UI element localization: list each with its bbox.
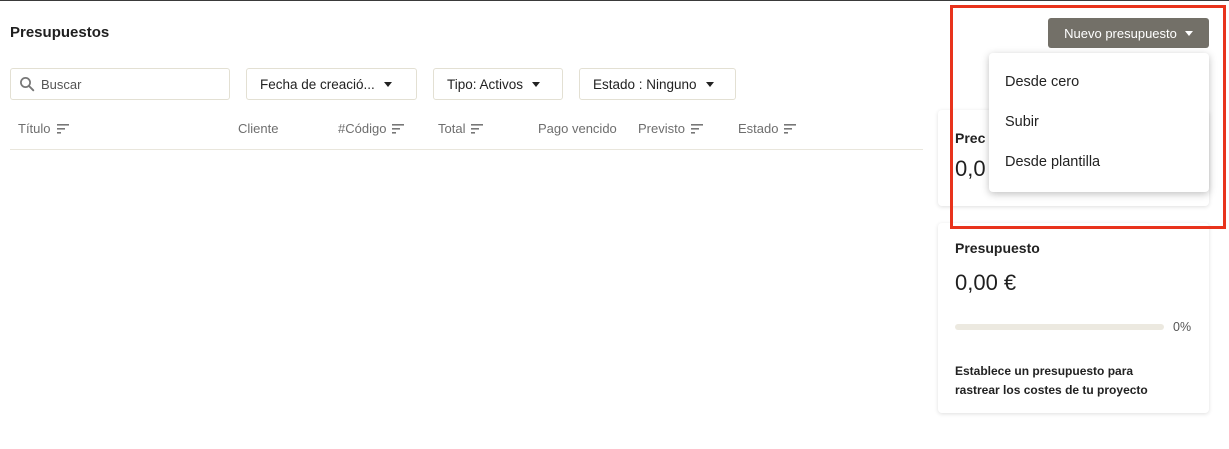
column-header-total[interactable]: Total	[438, 121, 484, 136]
caret-down-icon	[383, 81, 392, 87]
caret-down-icon	[705, 81, 714, 87]
search-field[interactable]	[10, 68, 230, 100]
column-header-label: Título	[18, 121, 51, 136]
column-header-client[interactable]: Cliente	[238, 121, 278, 136]
column-header-code[interactable]: #Código	[338, 121, 405, 136]
new-budget-button-label: Nuevo presupuesto	[1064, 25, 1177, 41]
column-header-label: Total	[438, 121, 466, 136]
sort-icon	[471, 123, 484, 134]
budget-card-amount: 0,00 €	[955, 270, 1017, 295]
column-header-label: #Código	[338, 121, 387, 136]
budget-card-title: Presupuesto	[955, 240, 1040, 256]
column-header-status[interactable]: Estado	[738, 121, 797, 136]
budget-progress: 0%	[955, 320, 1191, 334]
progress-track	[955, 324, 1164, 330]
sort-icon	[392, 123, 405, 134]
new-budget-dropdown-menu: Desde cero Subir Desde plantilla	[989, 53, 1209, 192]
column-header-label: Pago vencido	[538, 121, 617, 136]
sort-icon	[56, 123, 69, 134]
new-budget-button[interactable]: Nuevo presupuesto	[1048, 18, 1209, 48]
status-filter-dropdown[interactable]: Estado : Ninguno	[579, 68, 736, 100]
menu-item-from-scratch[interactable]: Desde cero	[989, 62, 1209, 102]
column-header-expected[interactable]: Previsto	[638, 121, 703, 136]
column-header-label: Cliente	[238, 121, 279, 136]
budget-card-description: Establece un presupuesto para rastrear l…	[955, 364, 1148, 397]
column-header-overdue[interactable]: Pago vencido	[538, 121, 617, 136]
progress-percent: 0%	[1173, 320, 1192, 334]
menu-item-from-template[interactable]: Desde plantilla	[989, 142, 1209, 182]
top-border	[0, 0, 1229, 1]
status-filter-label: Estado : Ninguno	[593, 76, 697, 92]
sort-icon	[690, 123, 703, 134]
date-filter-label: Fecha de creació...	[260, 76, 375, 92]
search-input[interactable]	[41, 76, 211, 92]
column-header-label: Previsto	[638, 121, 685, 136]
search-icon	[20, 77, 35, 92]
table-header-divider	[10, 149, 923, 150]
column-header-label: Estado	[738, 121, 779, 136]
column-header-title[interactable]: Título	[18, 121, 69, 136]
type-filter-label: Tipo: Activos	[447, 76, 524, 92]
menu-item-upload[interactable]: Subir	[989, 102, 1209, 142]
caret-down-icon	[532, 81, 541, 87]
page-title: Presupuestos	[10, 24, 110, 41]
type-filter-dropdown[interactable]: Tipo: Activos	[433, 68, 563, 100]
date-filter-dropdown[interactable]: Fecha de creació...	[246, 68, 417, 100]
budget-card: Presupuesto 0,00 € 0% Establece un presu…	[938, 223, 1209, 413]
sort-icon	[784, 123, 797, 134]
caret-down-icon	[1184, 30, 1193, 36]
